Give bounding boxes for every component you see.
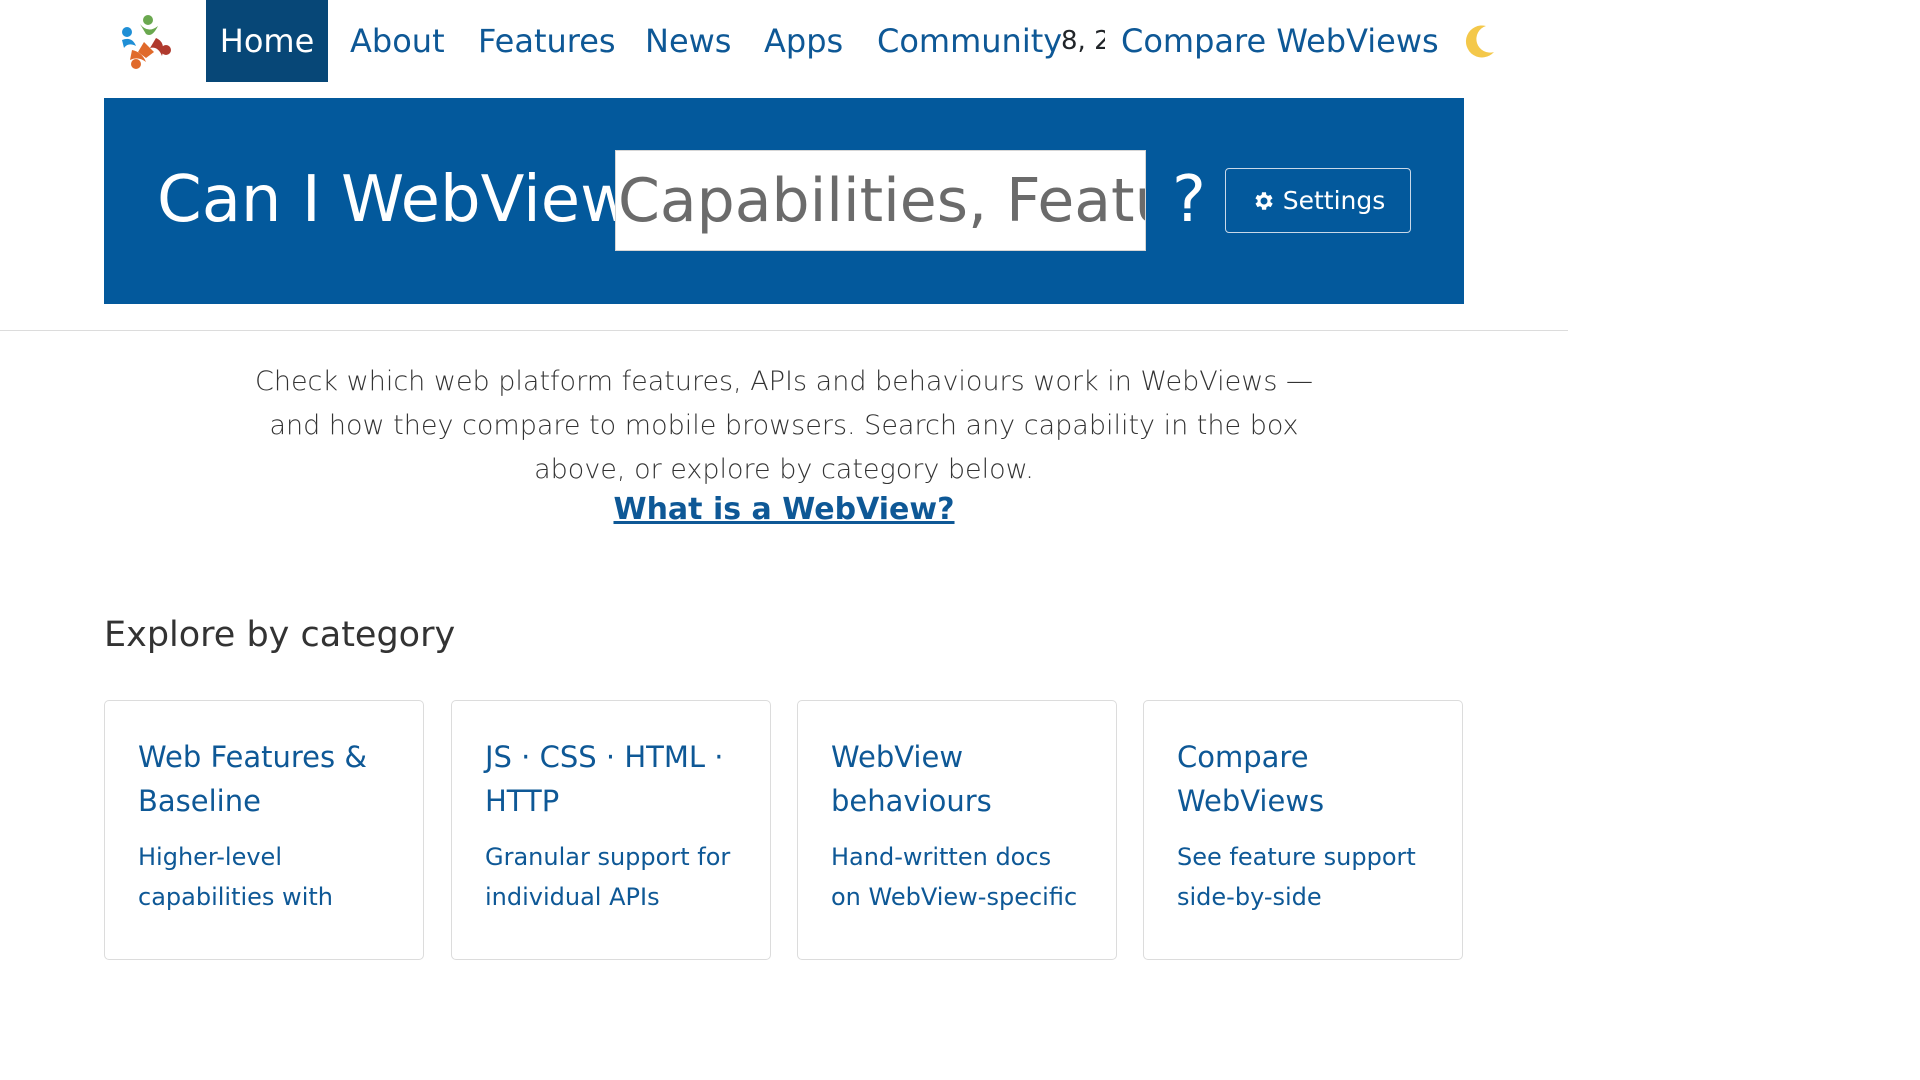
category-card[interactable]: JS · CSS · HTML · HTTP Granular support …: [451, 700, 771, 960]
category-card-title: WebView behaviours: [831, 740, 992, 818]
nav-news[interactable]: News: [645, 0, 731, 82]
intro-text: Check which web platform features, APIs …: [254, 366, 1314, 485]
category-card-title: Compare WebViews: [1177, 740, 1325, 818]
settings-button-label: Settings: [1282, 186, 1386, 215]
category-card-description: Granular support for individual APIs: [485, 843, 731, 911]
hero-title: Can I WebView: [157, 163, 633, 237]
hero-question-mark: ?: [1172, 163, 1206, 237]
site-logo[interactable]: [118, 12, 178, 70]
gear-icon: [1255, 191, 1273, 210]
nav-community[interactable]: Community: [877, 0, 1062, 82]
category-card-description: See feature support side-by-side: [1177, 843, 1416, 911]
hero-banner: Can I WebView ? Settings: [104, 98, 1464, 304]
community-count: 8, 2: [1061, 26, 1105, 56]
what-is-webview-link[interactable]: What is a WebView?: [0, 492, 1568, 527]
categories-heading: Explore by category: [104, 615, 456, 655]
settings-button[interactable]: Settings: [1225, 168, 1411, 233]
category-card-description: Hand-written docs on WebView-specific: [831, 843, 1078, 911]
category-card-title: JS · CSS · HTML · HTTP: [485, 740, 724, 818]
nav-compare-webviews[interactable]: Compare WebViews: [1121, 0, 1439, 82]
nav-features[interactable]: Features: [478, 0, 616, 82]
moon-icon[interactable]: [1460, 22, 1500, 62]
category-card-description: Higher-level capabilities with: [138, 843, 333, 911]
nav-apps[interactable]: Apps: [764, 0, 843, 82]
category-card[interactable]: Web Features & Baseline Higher-level cap…: [104, 700, 424, 960]
search-input[interactable]: [615, 150, 1146, 251]
category-card[interactable]: WebView behaviours Hand-written docs on …: [797, 700, 1117, 960]
nav-about[interactable]: About: [350, 0, 445, 82]
category-card[interactable]: Compare WebViews See feature support sid…: [1143, 700, 1463, 960]
top-navigation: Home About Features News Apps Community …: [0, 0, 1568, 82]
nav-home[interactable]: Home: [206, 0, 328, 82]
section-divider: [0, 330, 1568, 331]
category-card-title: Web Features & Baseline: [138, 740, 367, 818]
